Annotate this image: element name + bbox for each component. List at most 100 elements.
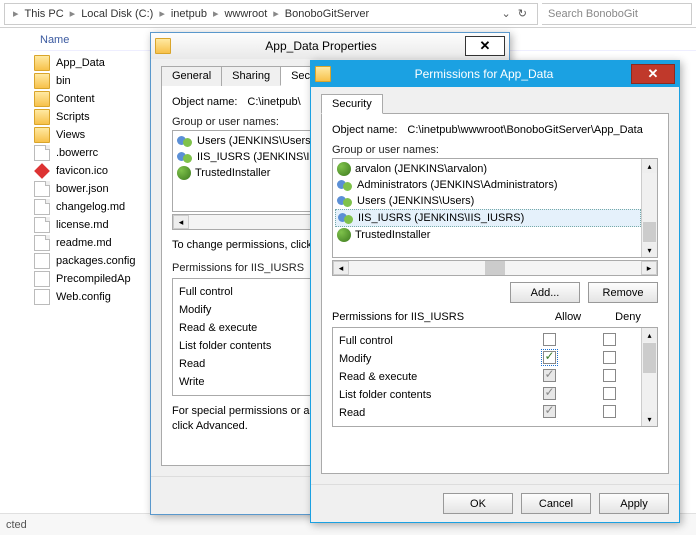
tab-security[interactable]: Security	[321, 94, 383, 114]
folder-icon	[34, 91, 50, 107]
search-placeholder: Search BonoboGit	[548, 8, 638, 20]
deny-header: Deny	[598, 311, 658, 323]
list-item[interactable]: Users (JENKINS\Users)	[335, 193, 641, 209]
list-item[interactable]: packages.config	[30, 252, 140, 270]
add-button[interactable]: Add...	[510, 282, 580, 303]
tab-strip: Security	[321, 93, 669, 114]
tab-general[interactable]: General	[161, 66, 222, 86]
group-list[interactable]: arvalon (JENKINS\arvalon) Administrators…	[332, 158, 658, 258]
breadcrumb-item[interactable]: wwwroot	[220, 8, 271, 20]
folder-icon	[34, 73, 50, 89]
cancel-button[interactable]: Cancel	[521, 493, 591, 514]
scroll-left-icon[interactable]: ◂	[173, 215, 189, 229]
list-item[interactable]: Scripts	[30, 108, 140, 126]
folder-icon	[34, 109, 50, 125]
deny-checkbox[interactable]	[603, 351, 616, 364]
list-item[interactable]: Views	[30, 126, 140, 144]
list-item[interactable]: TrustedInstaller	[335, 227, 641, 243]
breadcrumb-item[interactable]: inetpub	[167, 8, 211, 20]
scroll-up-icon[interactable]: ▴	[642, 159, 657, 173]
list-item[interactable]: changelog.md	[30, 198, 140, 216]
apply-button[interactable]: Apply	[599, 493, 669, 514]
file-name: license.md	[56, 219, 109, 231]
ok-button[interactable]: OK	[443, 493, 513, 514]
titlebar[interactable]: Permissions for App_Data ✕	[311, 61, 679, 87]
dialog-title: Permissions for App_Data	[337, 67, 631, 81]
chevron-right-icon: ▸	[157, 7, 167, 20]
permissions-dialog: Permissions for App_Data ✕ Security Obje…	[310, 60, 680, 523]
file-icon	[34, 145, 50, 161]
scrollbar-vertical[interactable]: ▴▾	[641, 159, 657, 257]
permissions-label: Permissions for IIS_IUSRS	[332, 311, 538, 323]
file-name: Views	[56, 129, 85, 141]
perm-row: Modify	[339, 350, 639, 368]
list-item[interactable]: license.md	[30, 216, 140, 234]
scrollbar-horizontal[interactable]: ◂▸	[332, 260, 658, 276]
file-icon	[34, 199, 50, 215]
config-icon	[34, 289, 50, 305]
refresh-area[interactable]: ⌄ ↻	[498, 7, 532, 20]
close-button[interactable]: ✕	[631, 64, 675, 84]
refresh-icon[interactable]: ↻	[518, 7, 527, 20]
scroll-left-icon[interactable]: ◂	[333, 261, 349, 275]
file-name: Content	[56, 93, 95, 105]
user-icon	[177, 166, 191, 180]
object-name-label: Object name:	[332, 124, 397, 136]
list-item[interactable]: Web.config	[30, 288, 140, 306]
file-name: changelog.md	[56, 201, 125, 213]
breadcrumb-item[interactable]: Local Disk (C:)	[77, 8, 157, 20]
allow-checkbox[interactable]	[543, 369, 556, 382]
deny-checkbox[interactable]	[603, 333, 616, 346]
search-input[interactable]: Search BonoboGit	[542, 3, 692, 25]
user-icon	[337, 162, 351, 176]
list-item[interactable]: PrecompiledAp	[30, 270, 140, 288]
deny-checkbox[interactable]	[603, 369, 616, 382]
list-item-selected[interactable]: IIS_IUSRS (JENKINS\IIS_IUSRS)	[335, 209, 641, 227]
list-item[interactable]: .bowerrc	[30, 144, 140, 162]
scroll-thumb[interactable]	[485, 261, 505, 275]
scroll-right-icon[interactable]: ▸	[641, 261, 657, 275]
config-icon	[34, 253, 50, 269]
allow-checkbox[interactable]	[543, 351, 556, 364]
allow-checkbox[interactable]	[543, 387, 556, 400]
folder-icon	[34, 127, 50, 143]
perm-row: Read	[339, 404, 639, 422]
breadcrumb-item[interactable]: BonoboGitServer	[281, 8, 373, 20]
scrollbar-vertical[interactable]: ▴▾	[641, 328, 657, 426]
file-name: Web.config	[56, 291, 111, 303]
remove-button[interactable]: Remove	[588, 282, 658, 303]
deny-checkbox[interactable]	[603, 405, 616, 418]
list-item[interactable]: Content	[30, 90, 140, 108]
config-icon	[34, 271, 50, 287]
scroll-thumb[interactable]	[643, 222, 656, 242]
list-item[interactable]: favicon.ico	[30, 162, 140, 180]
scroll-down-icon[interactable]: ▾	[642, 243, 657, 257]
tab-sharing[interactable]: Sharing	[221, 66, 281, 86]
object-path: C:\inetpub\wwwroot\BonoboGitServer\App_D…	[407, 124, 642, 136]
file-name: readme.md	[56, 237, 112, 249]
file-name: Scripts	[56, 111, 90, 123]
scroll-down-icon[interactable]: ▾	[642, 412, 657, 426]
deny-checkbox[interactable]	[603, 387, 616, 400]
list-item[interactable]: arvalon (JENKINS\arvalon)	[335, 161, 641, 177]
breadcrumb[interactable]: ▸ This PC ▸ Local Disk (C:) ▸ inetpub ▸ …	[4, 3, 538, 25]
list-item[interactable]: bin	[30, 72, 140, 90]
allow-checkbox[interactable]	[543, 333, 556, 346]
titlebar[interactable]: App_Data Properties ✕	[151, 33, 509, 59]
file-name: bower.json	[56, 183, 109, 195]
scroll-thumb[interactable]	[643, 343, 656, 373]
list-item[interactable]: readme.md	[30, 234, 140, 252]
folder-icon	[34, 55, 50, 71]
column-name[interactable]: Name	[40, 34, 69, 46]
dialog-footer: OK Cancel Apply	[311, 484, 679, 522]
list-item[interactable]: Administrators (JENKINS\Administrators)	[335, 177, 641, 193]
allow-checkbox[interactable]	[543, 405, 556, 418]
list-item[interactable]: App_Data	[30, 54, 140, 72]
chevron-right-icon: ▸	[68, 7, 78, 20]
list-item[interactable]: bower.json	[30, 180, 140, 198]
breadcrumb-item[interactable]: This PC	[21, 8, 68, 20]
scroll-up-icon[interactable]: ▴	[642, 328, 657, 342]
close-button[interactable]: ✕	[465, 36, 505, 56]
perm-row: Read & execute	[339, 368, 639, 386]
file-list: App_Data bin Content Scripts Views .bowe…	[30, 54, 140, 306]
